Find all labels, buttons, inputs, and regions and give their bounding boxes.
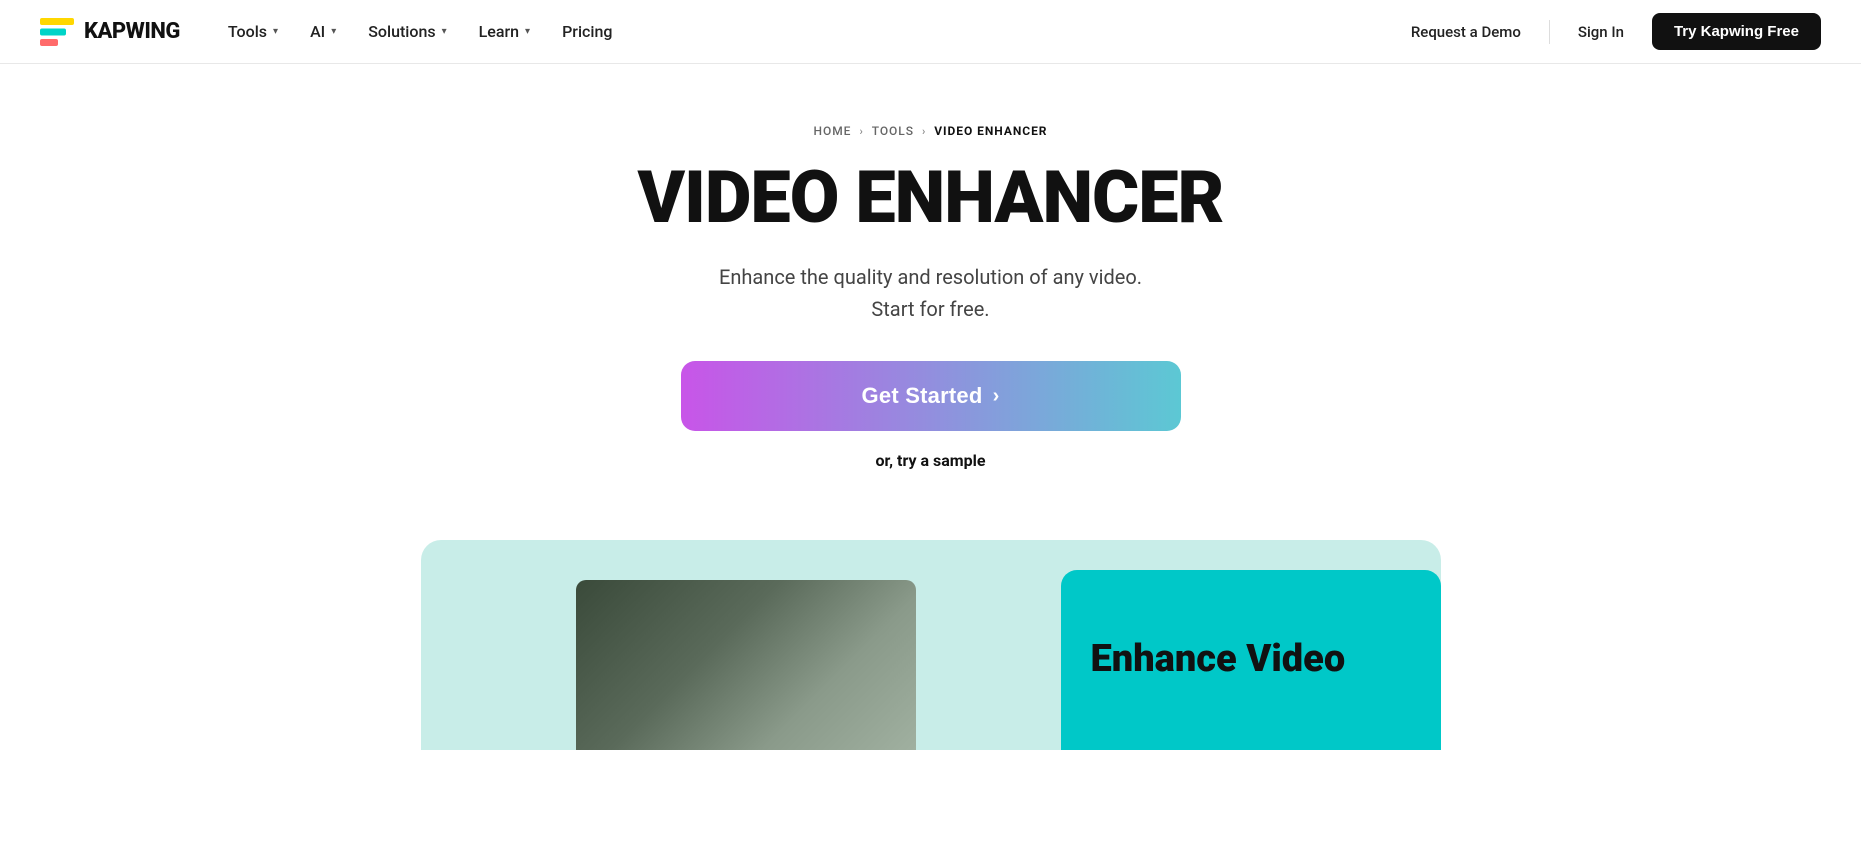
get-started-button[interactable]: Get Started › bbox=[681, 361, 1181, 431]
nav-menu: Tools ▾ AI ▾ Solutions ▾ Learn ▾ Pricing bbox=[216, 14, 625, 49]
breadcrumb-separator-1: › bbox=[859, 125, 863, 138]
breadcrumb-tools[interactable]: TOOLS bbox=[872, 124, 914, 138]
learn-chevron-icon: ▾ bbox=[525, 26, 530, 37]
logo-text: KAPWING bbox=[84, 19, 180, 44]
preview-section: Enhance Video bbox=[0, 540, 1861, 750]
nav-left: KAPWING Tools ▾ AI ▾ Solutions ▾ Learn ▾… bbox=[40, 14, 624, 49]
hero-title: VIDEO ENHANCER bbox=[637, 158, 1223, 237]
solutions-chevron-icon: ▾ bbox=[442, 26, 447, 37]
nav-learn-label: Learn bbox=[479, 22, 519, 41]
nav-learn[interactable]: Learn ▾ bbox=[467, 14, 542, 49]
tools-chevron-icon: ▾ bbox=[273, 26, 278, 37]
hero-subtitle-line2: Start for free. bbox=[871, 297, 989, 321]
video-thumbnail bbox=[576, 580, 916, 750]
logo-icon bbox=[40, 18, 74, 46]
nav-right: Request a Demo Sign In Try Kapwing Free bbox=[1399, 13, 1821, 50]
nav-pricing[interactable]: Pricing bbox=[550, 14, 624, 49]
request-demo-link[interactable]: Request a Demo bbox=[1399, 15, 1533, 49]
preview-container: Enhance Video bbox=[421, 540, 1441, 750]
breadcrumb-current: VIDEO ENHANCER bbox=[934, 124, 1047, 138]
nav-solutions[interactable]: Solutions ▾ bbox=[356, 14, 458, 49]
ai-chevron-icon: ▾ bbox=[331, 26, 336, 37]
try-free-button[interactable]: Try Kapwing Free bbox=[1652, 13, 1821, 50]
breadcrumb-separator-2: › bbox=[922, 125, 926, 138]
cta-chevron-icon: › bbox=[993, 385, 1000, 408]
nav-solutions-label: Solutions bbox=[368, 22, 435, 41]
cta-button-label: Get Started bbox=[862, 383, 983, 409]
nav-tools[interactable]: Tools ▾ bbox=[216, 14, 290, 49]
logo[interactable]: KAPWING bbox=[40, 18, 180, 46]
navbar: KAPWING Tools ▾ AI ▾ Solutions ▾ Learn ▾… bbox=[0, 0, 1861, 64]
preview-left bbox=[421, 540, 1061, 750]
enhance-card-title: Enhance Video bbox=[1091, 639, 1411, 681]
breadcrumb: HOME › TOOLS › VIDEO ENHANCER bbox=[814, 124, 1048, 138]
hero-subtitle: Enhance the quality and resolution of an… bbox=[719, 261, 1142, 325]
main-content: HOME › TOOLS › VIDEO ENHANCER VIDEO ENHA… bbox=[0, 64, 1861, 750]
try-sample-link[interactable]: or, try a sample bbox=[875, 451, 985, 470]
hero-subtitle-line1: Enhance the quality and resolution of an… bbox=[719, 265, 1142, 289]
nav-ai[interactable]: AI ▾ bbox=[298, 14, 348, 49]
nav-ai-label: AI bbox=[310, 22, 325, 41]
breadcrumb-home[interactable]: HOME bbox=[814, 124, 852, 138]
nav-tools-label: Tools bbox=[228, 22, 267, 41]
nav-pricing-label: Pricing bbox=[562, 22, 612, 41]
enhance-card: Enhance Video bbox=[1061, 570, 1441, 750]
nav-divider bbox=[1549, 20, 1550, 44]
sign-in-link[interactable]: Sign In bbox=[1566, 15, 1636, 49]
